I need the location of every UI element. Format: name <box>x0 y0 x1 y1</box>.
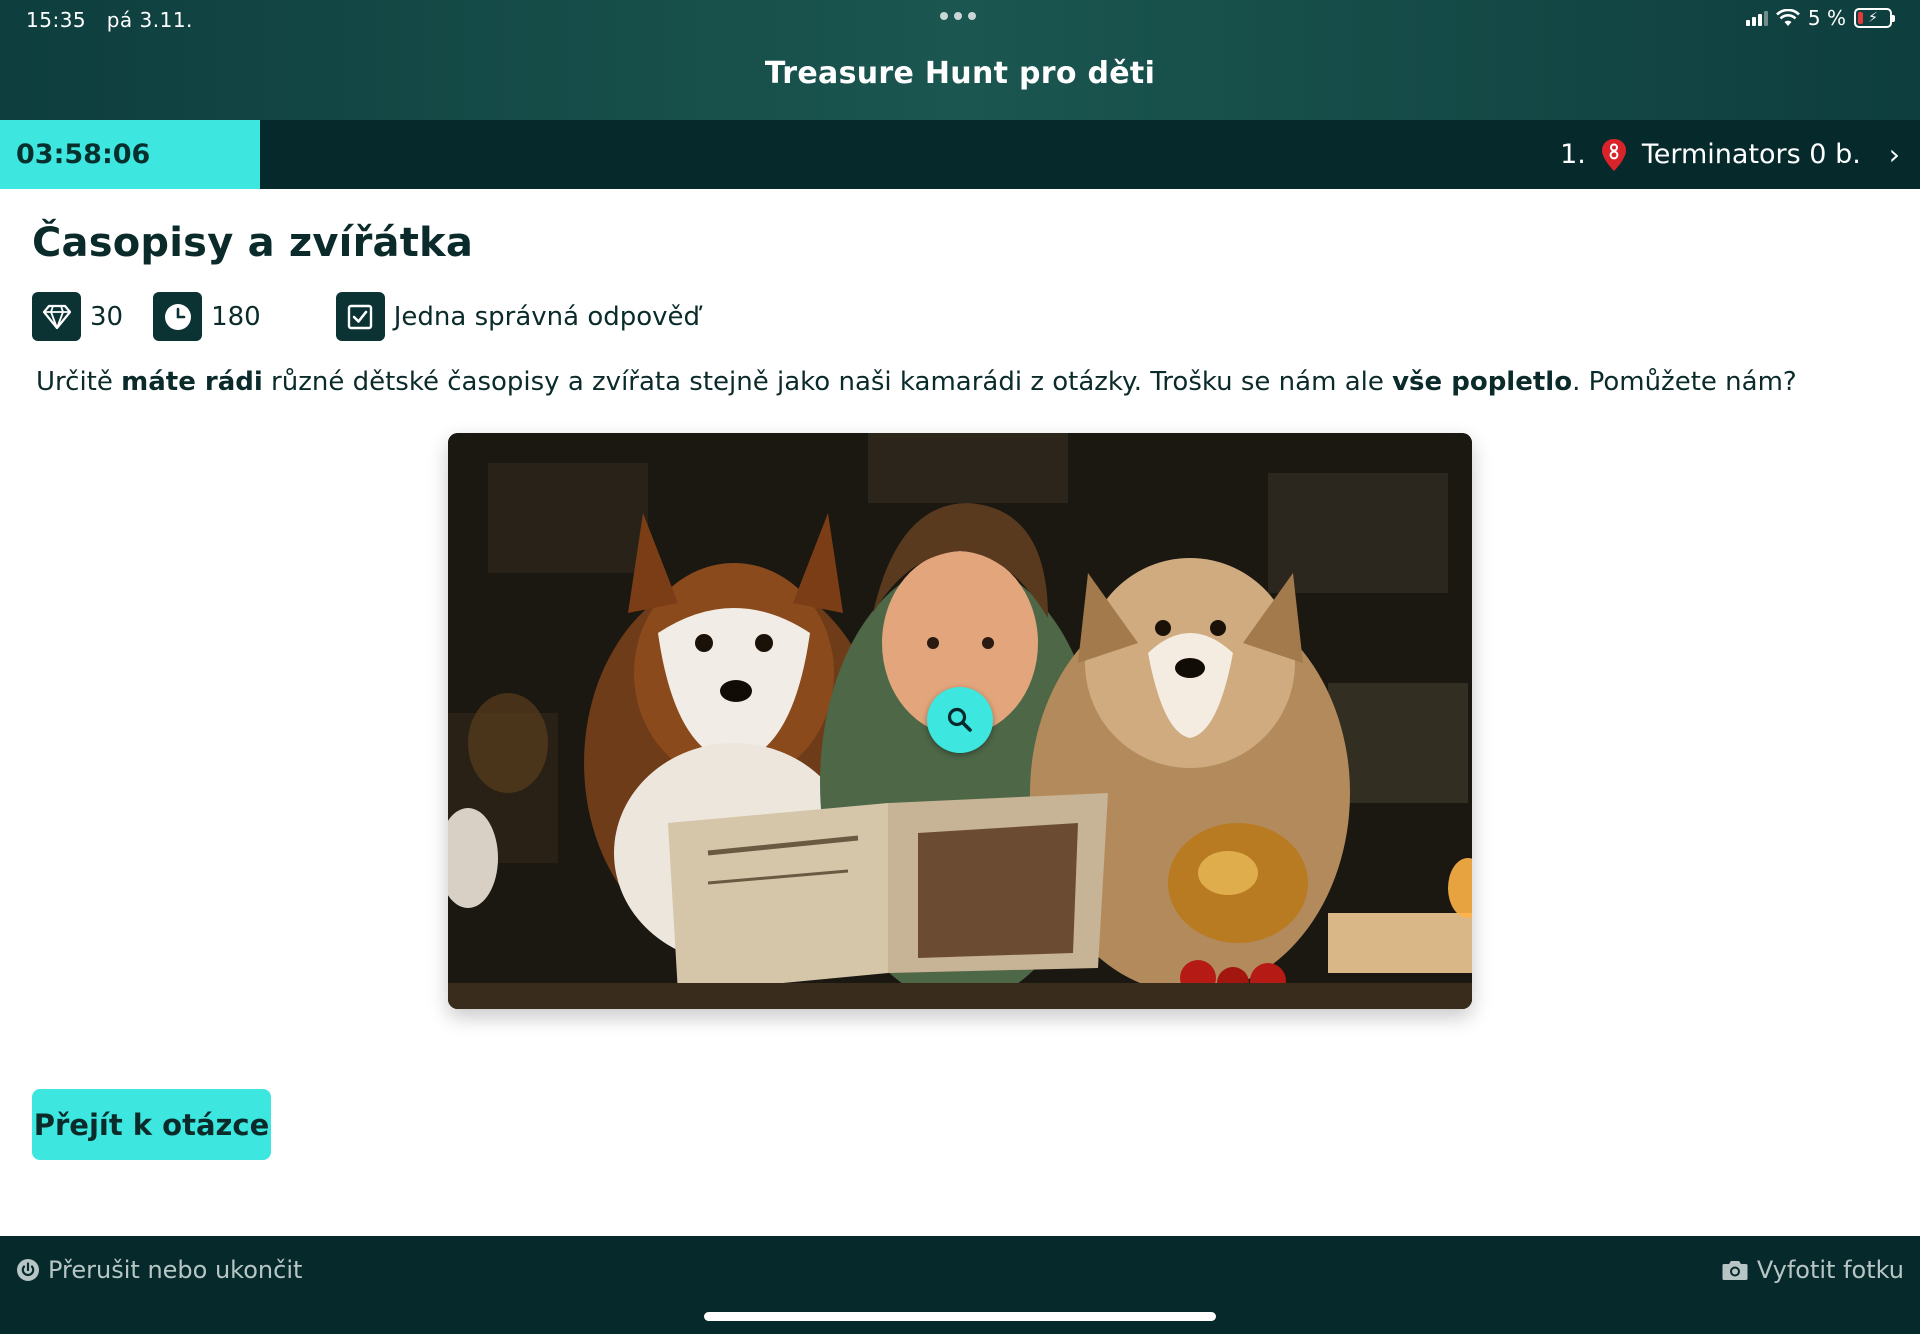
search-icon <box>947 707 972 732</box>
camera-icon <box>1722 1261 1748 1280</box>
task-description: Určitě máte rádi různé dětské časopisy a… <box>36 367 1797 397</box>
zoom-image-button[interactable] <box>927 687 993 753</box>
multitasking-dots[interactable] <box>940 12 976 20</box>
go-to-question-button[interactable]: Přejít k otázce <box>32 1089 271 1160</box>
task-content: Časopisy a zvířátka 30 180 Jedna správná… <box>32 220 1892 341</box>
answer-type: Jedna správná odpověď <box>393 301 701 332</box>
time-limit-value: 180 <box>211 301 261 332</box>
page-title: Časopisy a zvířátka <box>32 220 474 266</box>
location-pin-icon <box>1601 138 1626 171</box>
timer-bar: 03:58:06 1. Terminators 0 b. › <box>0 120 1920 189</box>
wifi-icon <box>1775 9 1800 26</box>
task-meta: 30 180 Jedna správná odpověď <box>32 292 1892 341</box>
battery-charging-icon: ⚡ <box>1854 8 1895 28</box>
battery-percentage: 5 % <box>1807 6 1846 30</box>
take-photo-button[interactable]: Vyfotit fotku <box>1721 1256 1904 1284</box>
cellular-signal-icon <box>1745 10 1768 26</box>
power-icon <box>17 1259 39 1281</box>
diamond-icon <box>32 292 81 341</box>
bottom-bar: Přerušit nebo ukončit Vyfotit fotku <box>0 1236 1920 1334</box>
app-title: Treasure Hunt pro děti <box>764 56 1156 91</box>
countdown-timer: 03:58:06 <box>0 120 260 189</box>
status-bar-time: 15:35 pá 3.11. <box>26 8 193 32</box>
top-header: 15:35 pá 3.11. 5 % ⚡ Treasure Hunt pro d… <box>0 0 1920 120</box>
clock-icon <box>153 292 203 341</box>
team-rank: 1. <box>1560 139 1586 170</box>
team-score-link[interactable]: 1. Terminators 0 b. › <box>1560 120 1900 189</box>
status-bar-indicators: 5 % ⚡ <box>1745 6 1895 30</box>
chevron-right-icon: › <box>1888 138 1900 171</box>
team-name-score: Terminators 0 b. <box>1641 139 1861 170</box>
checkbox-icon <box>335 292 385 341</box>
stop-or-end-button[interactable]: Přerušit nebo ukončit <box>16 1256 302 1284</box>
points-value: 30 <box>90 301 124 332</box>
home-indicator[interactable] <box>704 1312 1216 1321</box>
